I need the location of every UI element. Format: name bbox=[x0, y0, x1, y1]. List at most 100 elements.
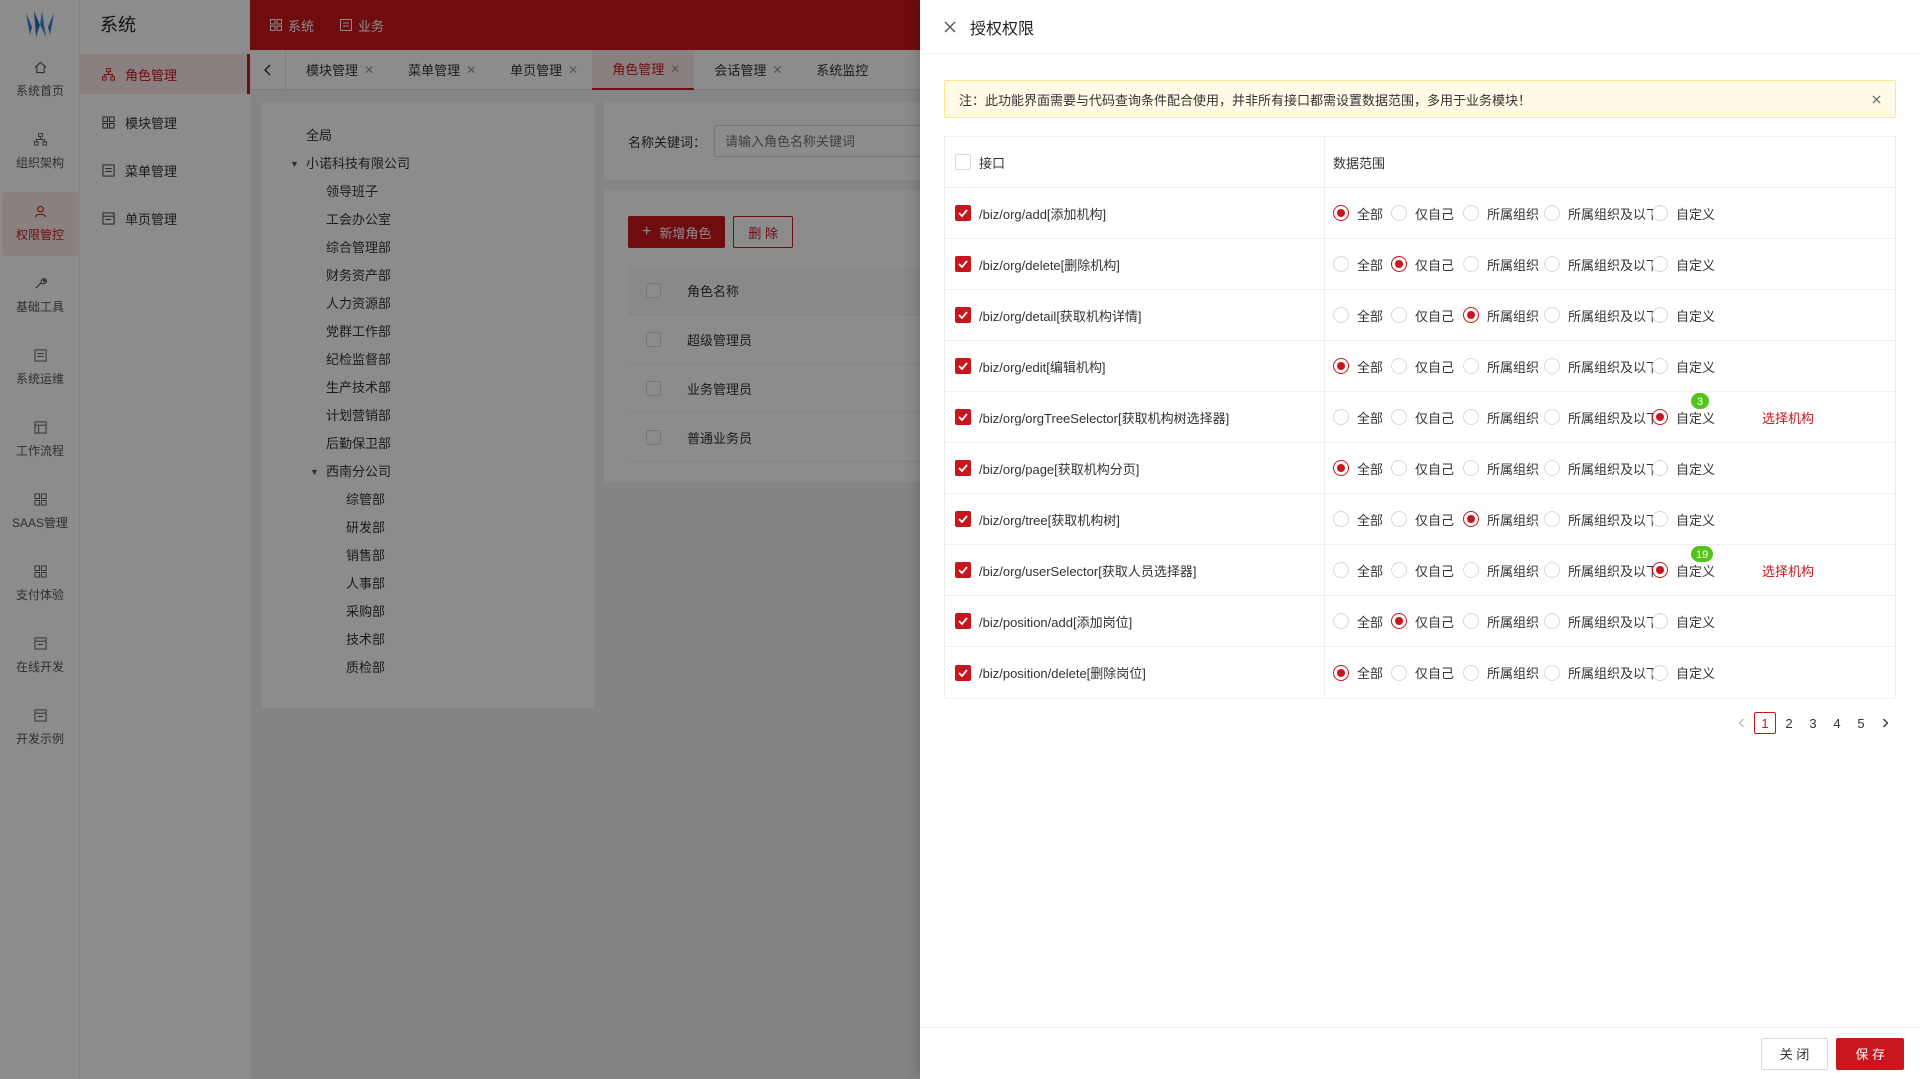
scope-radio[interactable]: 仅自己 bbox=[1391, 459, 1454, 478]
notice-text: 注：此功能界面需要与代码查询条件配合使用，并非所有接口都需设置数据范围，多用于业… bbox=[959, 92, 1532, 108]
permission-row: /biz/org/tree[获取机构树] 全部 仅自己 所属组织 所属组织及以下 自定义 bbox=[945, 494, 1895, 545]
scope-radio[interactable]: 所属组织 bbox=[1463, 459, 1539, 478]
scope-radio[interactable]: 仅自己 bbox=[1391, 204, 1454, 223]
scope-radio[interactable]: 全部 bbox=[1333, 255, 1383, 274]
notice-close-button[interactable] bbox=[1872, 94, 1881, 104]
scope-radio[interactable]: 所属组织及以下 bbox=[1544, 663, 1659, 682]
radio-dot bbox=[1652, 205, 1668, 221]
next-page-button[interactable] bbox=[1874, 712, 1896, 734]
scope-radio[interactable]: 自定义 bbox=[1652, 204, 1715, 223]
api-checkbox[interactable] bbox=[955, 613, 971, 629]
scope-radio[interactable]: 全部 bbox=[1333, 408, 1383, 427]
scope-radio[interactable]: 所属组织 bbox=[1463, 204, 1539, 223]
scope-radio-label: 全部 bbox=[1357, 614, 1384, 630]
scope-radio[interactable]: 全部 bbox=[1333, 612, 1383, 631]
scope-radio[interactable]: 仅自己 bbox=[1391, 510, 1454, 529]
scope-radio[interactable]: 仅自己 bbox=[1391, 306, 1454, 325]
scope-radio[interactable]: 所属组织 bbox=[1463, 561, 1539, 580]
scope-radio[interactable]: 全部 bbox=[1333, 306, 1383, 325]
api-checkbox[interactable] bbox=[955, 460, 971, 476]
api-checkbox[interactable] bbox=[955, 562, 971, 578]
scope-radio-label: 仅自己 bbox=[1415, 410, 1455, 426]
api-cell: /biz/org/delete[删除机构] bbox=[945, 239, 1325, 289]
scope-radio[interactable]: 仅自己 bbox=[1391, 561, 1454, 580]
page-number[interactable]: 1 bbox=[1754, 712, 1776, 734]
scope-radio[interactable]: 全部 bbox=[1333, 510, 1383, 529]
scope-radio-label: 所属组织 bbox=[1487, 206, 1540, 222]
scope-radio[interactable]: 所属组织及以下 bbox=[1544, 561, 1659, 580]
scope-radio[interactable]: 所属组织 bbox=[1463, 255, 1539, 274]
chevron-left-icon bbox=[1738, 718, 1744, 728]
scope-radio[interactable]: 自定义 bbox=[1652, 255, 1715, 274]
scope-radio[interactable]: 仅自己 bbox=[1391, 663, 1454, 682]
scope-radio[interactable]: 所属组织 bbox=[1463, 306, 1539, 325]
modal-mask[interactable] bbox=[0, 0, 920, 1079]
scope-radio[interactable]: 所属组织及以下 bbox=[1544, 510, 1659, 529]
api-checkbox[interactable] bbox=[955, 307, 971, 323]
close-icon bbox=[1872, 94, 1881, 104]
scope-radio[interactable]: 仅自己 bbox=[1391, 357, 1454, 376]
select-all-api-checkbox[interactable] bbox=[955, 154, 971, 170]
scope-radio[interactable]: 所属组织及以下 bbox=[1544, 459, 1659, 478]
scope-radio[interactable]: 所属组织及以下 bbox=[1544, 255, 1659, 274]
page-number[interactable]: 3 bbox=[1802, 712, 1824, 734]
scope-radio[interactable]: 自定义 bbox=[1652, 459, 1715, 478]
api-checkbox[interactable] bbox=[955, 358, 971, 374]
page-number[interactable]: 2 bbox=[1778, 712, 1800, 734]
select-org-link[interactable]: 选择机构 bbox=[1762, 408, 1814, 427]
scope-radio[interactable]: 所属组织及以下 bbox=[1544, 357, 1659, 376]
api-checkbox[interactable] bbox=[955, 511, 971, 527]
scope-radio[interactable]: 自定义 bbox=[1652, 357, 1715, 376]
scope-radio[interactable]: 所属组织 bbox=[1463, 663, 1539, 682]
permission-row: /biz/org/detail[获取机构详情] 全部 仅自己 所属组织 所属组织及以下自… bbox=[945, 290, 1895, 341]
scope-radio[interactable]: 仅自己 bbox=[1391, 255, 1454, 274]
scope-radio-label: 全部 bbox=[1357, 512, 1384, 528]
api-label: /biz/org/userSelector[获取人员选择器] bbox=[979, 563, 1197, 579]
scope-radio[interactable]: 所属组织及以下 bbox=[1544, 408, 1659, 427]
prev-page-button[interactable] bbox=[1730, 712, 1752, 734]
api-checkbox[interactable] bbox=[955, 409, 971, 425]
scope-radio[interactable]: 全部 bbox=[1333, 561, 1383, 580]
select-org-link[interactable]: 选择机构 bbox=[1762, 561, 1814, 580]
drawer-close-button[interactable] bbox=[944, 21, 956, 33]
radio-dot bbox=[1333, 307, 1349, 323]
scope-header-cell: 数据范围 bbox=[1325, 137, 1895, 187]
scope-radio[interactable]: 所属组织及以下 bbox=[1544, 204, 1659, 223]
scope-radio[interactable]: 所属组织 bbox=[1463, 408, 1539, 427]
page-number[interactable]: 5 bbox=[1850, 712, 1872, 734]
scope-radio[interactable]: 自定义 bbox=[1652, 510, 1715, 529]
scope-radio[interactable]: 全部 bbox=[1333, 204, 1383, 223]
scope-radio-label: 所属组织 bbox=[1487, 359, 1540, 375]
scope-radio-label: 所属组织及以下 bbox=[1568, 206, 1660, 222]
radio-dot bbox=[1391, 205, 1407, 221]
scope-radio[interactable]: 所属组织及以下 bbox=[1544, 612, 1659, 631]
scope-radio[interactable]: 全部 bbox=[1333, 663, 1383, 682]
scope-radio[interactable]: 仅自己 bbox=[1391, 612, 1454, 631]
scope-radio[interactable]: 自定义 bbox=[1652, 612, 1715, 631]
scope-radio[interactable]: 自定义 bbox=[1652, 306, 1715, 325]
api-checkbox[interactable] bbox=[955, 256, 971, 272]
scope-radio-label: 仅自己 bbox=[1415, 461, 1455, 477]
grant-permission-drawer: 授权权限 注：此功能界面需要与代码查询条件配合使用，并非所有接口都需设置数据范围… bbox=[920, 0, 1920, 1079]
api-cell: /biz/org/detail[获取机构详情] bbox=[945, 290, 1325, 340]
scope-radio[interactable]: 所属组织 bbox=[1463, 612, 1539, 631]
save-button[interactable]: 保 存 bbox=[1836, 1037, 1904, 1070]
scope-radio-label: 自定义 bbox=[1676, 257, 1716, 273]
permission-row: /biz/org/orgTreeSelector[获取机构树选择器] 全部 仅自己 所… bbox=[945, 391, 1895, 443]
api-checkbox[interactable] bbox=[955, 205, 971, 221]
scope-radio[interactable]: 全部 bbox=[1333, 357, 1383, 376]
radio-dot bbox=[1391, 562, 1407, 578]
api-checkbox[interactable] bbox=[955, 664, 971, 681]
page-number[interactable]: 4 bbox=[1826, 712, 1848, 734]
scope-radio[interactable]: 自定义 19 bbox=[1652, 544, 1715, 580]
radio-dot bbox=[1333, 409, 1349, 425]
scope-radio[interactable]: 自定义 bbox=[1652, 663, 1715, 682]
scope-radio[interactable]: 自定义 3 bbox=[1652, 391, 1715, 427]
scope-radio[interactable]: 仅自己 bbox=[1391, 408, 1454, 427]
close-button[interactable]: 关 闭 bbox=[1760, 1037, 1829, 1070]
scope-radio[interactable]: 全部 bbox=[1333, 459, 1383, 478]
scope-radio-label: 仅自己 bbox=[1415, 308, 1455, 324]
scope-radio[interactable]: 所属组织 bbox=[1463, 510, 1539, 529]
scope-radio[interactable]: 所属组织及以下 bbox=[1544, 306, 1659, 325]
scope-radio[interactable]: 所属组织 bbox=[1463, 357, 1539, 376]
